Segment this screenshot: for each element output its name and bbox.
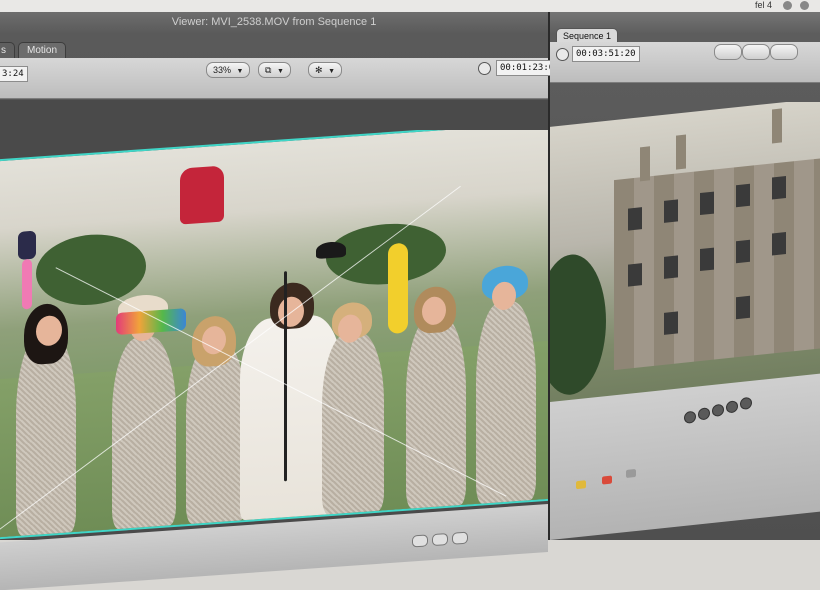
tab-motion[interactable]: Motion	[18, 42, 67, 59]
clock-icon	[556, 48, 569, 61]
overlay-popup[interactable]: ✻ ▼	[308, 62, 342, 78]
microphone-handle	[22, 258, 32, 310]
house-window	[664, 199, 678, 223]
bridesmaid-figure	[104, 264, 184, 530]
house-window	[736, 183, 750, 208]
replace-edit-button[interactable]	[626, 468, 636, 479]
search-icon[interactable]	[800, 1, 809, 10]
viewer-video-area[interactable]	[0, 130, 548, 550]
play-button[interactable]	[712, 403, 724, 417]
chevron-down-icon: ▼	[328, 68, 335, 75]
insert-edit-button[interactable]	[576, 480, 586, 490]
sequin-dress	[476, 299, 536, 504]
house-window	[772, 232, 786, 256]
house-window	[736, 295, 750, 320]
house-window	[700, 191, 714, 216]
menubar-status: fel 4	[754, 0, 772, 10]
house-window	[736, 239, 750, 264]
sequin-dress	[112, 334, 176, 530]
canvas-zoom-popup[interactable]	[714, 44, 742, 60]
zoom-value: 33%	[213, 65, 232, 75]
canvas-view-popup[interactable]	[742, 44, 770, 60]
play-around-button[interactable]	[740, 396, 752, 411]
microphone-stand	[284, 271, 287, 482]
canvas-timecode[interactable]: 00:03:51:20	[572, 46, 640, 62]
asterisk-icon: ✻	[315, 65, 323, 75]
mouse-ears-prop	[316, 240, 346, 260]
chimney	[772, 108, 782, 144]
play-in-to-out-button[interactable]	[684, 410, 696, 424]
viewer-toolbar: 3:24 33% ▼ ⧉ ▼ ✻ ▼ 00:01:23:08	[0, 58, 564, 99]
bridesmaid-figure	[314, 260, 394, 516]
chimney	[676, 134, 686, 170]
inflatable-saxophone-prop	[388, 242, 408, 335]
foam-hand-prop	[180, 165, 224, 225]
sequin-dress	[322, 330, 384, 515]
clip-icon: ⧉	[265, 65, 272, 75]
chimney	[640, 146, 650, 182]
bridesmaid-figure	[466, 229, 546, 505]
house-window	[664, 255, 678, 279]
house-window	[700, 247, 714, 272]
house-window	[664, 311, 678, 335]
house-window	[628, 207, 642, 231]
bridesmaid-figure	[396, 244, 476, 510]
zoom-popup[interactable]: 33% ▼	[206, 62, 251, 78]
tree	[550, 250, 606, 399]
overwrite-edit-button[interactable]	[602, 475, 612, 485]
mark-in-button[interactable]	[412, 534, 428, 548]
house-window	[628, 263, 642, 287]
chevron-down-icon: ▼	[236, 68, 244, 75]
viewer-title: Viewer: MVI_2538.MOV from Sequence 1	[171, 16, 377, 28]
video-frame[interactable]	[0, 130, 548, 540]
chevron-down-icon: ▼	[276, 68, 284, 75]
view-popup[interactable]: ⧉ ▼	[258, 62, 291, 78]
viewer-current-timecode[interactable]: 3:24	[0, 66, 28, 82]
canvas-overlay-popup[interactable]	[770, 44, 798, 60]
tab-sequence-1[interactable]: Sequence 1	[556, 28, 619, 43]
previous-edit-button[interactable]	[698, 407, 710, 421]
next-edit-button[interactable]	[726, 400, 738, 414]
canvas-toolbar: 00:03:51:20	[550, 42, 820, 83]
canvas-transport-bar	[550, 373, 820, 540]
manor-house	[614, 158, 820, 371]
microphone-prop	[18, 230, 36, 260]
house-window	[772, 176, 786, 200]
tab-filters[interactable]: s	[0, 42, 15, 59]
mark-clip-button[interactable]	[452, 531, 468, 545]
canvas-window: Sequence 1 00:03:51:20	[550, 12, 820, 540]
viewer-window: Viewer: MVI_2538.MOV from Sequence 1 s M…	[0, 12, 564, 590]
clock-icon	[478, 62, 491, 75]
sequin-dress	[406, 314, 466, 509]
status-icon[interactable]	[783, 1, 792, 10]
